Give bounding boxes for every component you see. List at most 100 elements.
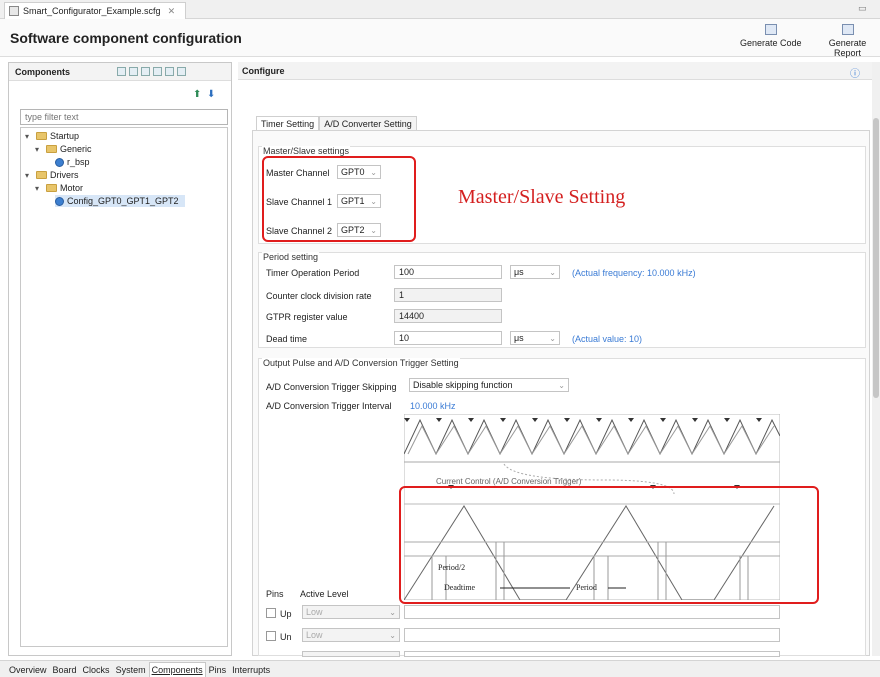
active-level-label: Active Level bbox=[300, 589, 349, 599]
tree-item-label: Generic bbox=[60, 144, 92, 154]
actual-dead-time-note: (Actual value: 10) bbox=[572, 334, 643, 344]
tree-item-generic[interactable]: ▾ Generic bbox=[35, 143, 92, 155]
pin-up-level-select[interactable]: Low ⌄ bbox=[302, 605, 400, 619]
tree-item-label: Drivers bbox=[50, 170, 79, 180]
component-tree: ▾ Startup ▾ Generic r_bsp ▾ Drivers ▾ Mo… bbox=[20, 127, 228, 647]
tree-item-r-bsp[interactable]: r_bsp bbox=[55, 156, 90, 168]
folder-icon bbox=[46, 145, 57, 153]
current-control-label: Current Control (A/D Conversion Trigger) bbox=[436, 477, 582, 486]
trigger-interval-label: A/D Conversion Trigger Interval bbox=[266, 401, 392, 411]
chevron-down-icon: ⌄ bbox=[558, 380, 565, 390]
tab-system[interactable]: System bbox=[113, 662, 149, 677]
pin-un-level: Low bbox=[306, 630, 323, 640]
dead-time-unit-select[interactable]: μs ⌄ bbox=[510, 331, 560, 345]
trigger-skipping-value: Disable skipping function bbox=[413, 380, 513, 390]
file-tab[interactable]: Smart_Configurator_Example.scfg ✕ bbox=[4, 2, 186, 19]
import-icon[interactable]: ⬆ bbox=[193, 89, 201, 100]
chevron-down-icon: ⌄ bbox=[549, 333, 556, 343]
component-icon bbox=[55, 157, 64, 167]
bottom-tab-bar: Overview Board Clocks System Components … bbox=[0, 660, 880, 677]
close-icon[interactable]: ✕ bbox=[168, 6, 176, 17]
info-icon[interactable]: ⓘ bbox=[850, 65, 860, 80]
pin-un-label: Un bbox=[280, 632, 292, 642]
components-title: Components bbox=[15, 67, 70, 77]
folder-icon bbox=[46, 184, 57, 192]
timer-period-field[interactable]: 100 bbox=[394, 265, 502, 279]
chevron-down-icon[interactable]: ▾ bbox=[25, 171, 33, 180]
tab-ad-converter-setting[interactable]: A/D Converter Setting bbox=[319, 116, 417, 130]
tab-timer-setting[interactable]: Timer Setting bbox=[256, 116, 320, 130]
chevron-down-icon: ⌄ bbox=[389, 607, 396, 617]
generate-code-button[interactable]: Generate Code bbox=[740, 24, 802, 48]
editor-tab-bar: Smart_Configurator_Example.scfg ✕ ▭ bbox=[0, 0, 880, 19]
actual-frequency-note: (Actual frequency: 10.000 kHz) bbox=[572, 268, 696, 278]
chevron-down-icon[interactable]: ▾ bbox=[25, 132, 33, 141]
generate-report-label: Generate Report bbox=[828, 38, 867, 58]
pin-up-output-field[interactable] bbox=[404, 605, 780, 619]
components-header: Components bbox=[9, 63, 231, 81]
pin-un-output-field[interactable] bbox=[404, 628, 780, 642]
division-rate-label: Counter clock division rate bbox=[266, 291, 372, 301]
collapse-all-icon[interactable] bbox=[153, 67, 162, 76]
trigger-skipping-label: A/D Conversion Trigger Skipping bbox=[266, 382, 397, 392]
add-component-icon[interactable] bbox=[117, 67, 126, 76]
file-tab-label: Smart_Configurator_Example.scfg bbox=[23, 6, 161, 16]
pin-up-checkbox[interactable] bbox=[266, 608, 276, 618]
pin-next-level-select[interactable] bbox=[302, 651, 400, 657]
rename-icon[interactable] bbox=[141, 67, 150, 76]
pin-next-output-field[interactable] bbox=[404, 651, 780, 657]
dead-time-field[interactable]: 10 bbox=[394, 331, 502, 345]
tab-board[interactable]: Board bbox=[50, 662, 80, 677]
tab-components[interactable]: Components bbox=[148, 662, 206, 677]
config-tabs: Timer Setting A/D Converter Setting bbox=[256, 116, 417, 130]
pin-up-label: Up bbox=[280, 609, 292, 619]
configure-header: Configure ⓘ bbox=[238, 62, 872, 80]
tab-interrupts[interactable]: Interrupts bbox=[229, 662, 273, 677]
trigger-interval-value: 10.000 kHz bbox=[410, 401, 456, 411]
division-rate-field: 1 bbox=[394, 288, 502, 302]
config-file-icon bbox=[9, 6, 19, 16]
trigger-skipping-select[interactable]: Disable skipping function ⌄ bbox=[409, 378, 569, 392]
scrollbar-thumb[interactable] bbox=[873, 118, 879, 398]
export-icon[interactable]: ⬇ bbox=[207, 89, 215, 100]
page-title: Software component configuration bbox=[10, 30, 242, 46]
folder-icon bbox=[36, 132, 47, 140]
master-slave-annotation: Master/Slave Setting bbox=[458, 186, 626, 208]
pulse-highlight bbox=[399, 486, 819, 604]
gtpr-field: 14400 bbox=[394, 309, 502, 323]
components-toolbar bbox=[117, 67, 186, 76]
tab-pins[interactable]: Pins bbox=[206, 662, 230, 677]
expand-all-icon[interactable] bbox=[165, 67, 174, 76]
generate-code-icon bbox=[764, 24, 777, 35]
chevron-down-icon[interactable]: ▾ bbox=[35, 145, 43, 154]
chevron-down-icon[interactable]: ▾ bbox=[35, 184, 43, 193]
master-slave-title: Master/Slave settings bbox=[262, 146, 351, 156]
pin-un-checkbox[interactable] bbox=[266, 631, 276, 641]
generate-report-button[interactable]: Generate Report bbox=[815, 24, 880, 58]
pins-label: Pins bbox=[266, 589, 284, 599]
pin-un-level-select[interactable]: Low ⌄ bbox=[302, 628, 400, 642]
remove-component-icon[interactable] bbox=[129, 67, 138, 76]
master-slave-highlight bbox=[262, 156, 416, 242]
chevron-down-icon: ⌄ bbox=[389, 630, 396, 640]
timer-period-unit-select[interactable]: μs ⌄ bbox=[510, 265, 560, 279]
pin-up-level: Low bbox=[306, 607, 323, 617]
tree-item-startup[interactable]: ▾ Startup bbox=[25, 130, 79, 142]
tab-overview[interactable]: Overview bbox=[6, 662, 50, 677]
configure-title: Configure bbox=[242, 66, 285, 76]
tree-item-label: Motor bbox=[60, 183, 84, 193]
tree-item-label: Startup bbox=[50, 131, 80, 141]
gtpr-label: GTPR register value bbox=[266, 312, 348, 322]
tree-item-drivers[interactable]: ▾ Drivers bbox=[25, 169, 79, 181]
settings-icon[interactable] bbox=[177, 67, 186, 76]
dead-time-unit: μs bbox=[514, 333, 524, 343]
dead-time-label: Dead time bbox=[266, 334, 308, 344]
component-filter-input[interactable] bbox=[20, 109, 228, 125]
tree-item-config-gpt[interactable]: Config_GPT0_GPT1_GPT2 bbox=[55, 195, 185, 207]
period-setting-title: Period setting bbox=[262, 252, 320, 262]
tab-clocks[interactable]: Clocks bbox=[80, 662, 113, 677]
header-bar: Software component configuration Generat… bbox=[0, 19, 880, 58]
tree-item-motor[interactable]: ▾ Motor bbox=[35, 182, 83, 194]
minimize-icon[interactable]: ▭ bbox=[858, 3, 867, 14]
vertical-scrollbar[interactable] bbox=[872, 62, 880, 656]
